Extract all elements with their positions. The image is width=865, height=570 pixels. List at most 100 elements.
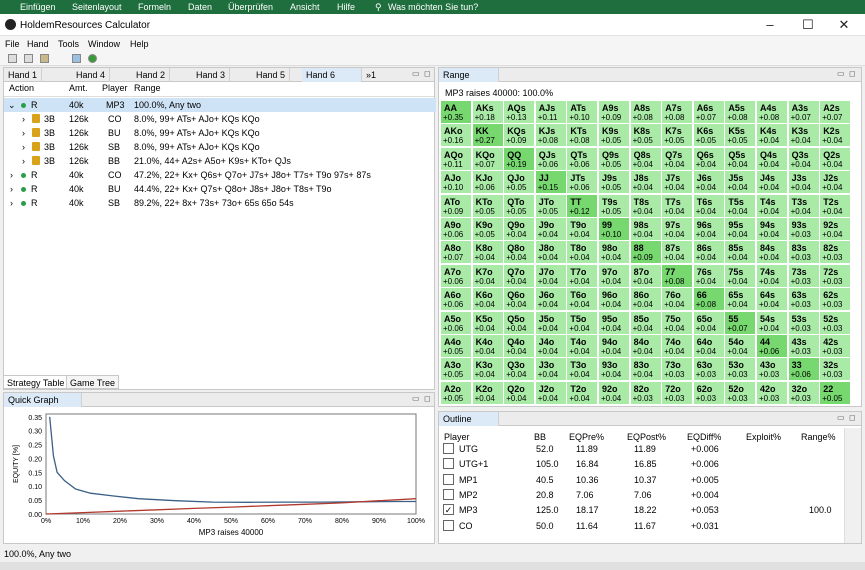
hand-cell[interactable]: 95s +0.04 bbox=[725, 218, 757, 241]
hand-cell[interactable]: K7o +0.04 bbox=[472, 264, 504, 288]
outline-row[interactable]: MP2 20.8 7.06 7.06 +0.004 bbox=[441, 488, 853, 503]
tree-row[interactable]: › 3B 126k BB 21.0%, 44+ A2s+ A5o+ K9s+ K… bbox=[4, 154, 436, 168]
col-player[interactable]: Player bbox=[444, 432, 470, 442]
tree-row[interactable]: ⌄ R 40k MP3 100.0%, Any two bbox=[4, 98, 436, 112]
outline-row[interactable]: UTG 52.0 11.89 11.89 +0.006 bbox=[441, 442, 853, 457]
outline-row[interactable]: UTG+1 105.0 16.84 16.85 +0.006 bbox=[441, 457, 853, 472]
hand-cell[interactable]: J9s +0.05 bbox=[599, 171, 630, 195]
hand-cell[interactable]: 53o +0.03 bbox=[725, 358, 757, 382]
hand-cell[interactable]: 32o +0.03 bbox=[788, 381, 820, 405]
maximize-panel-icon[interactable]: ◻ bbox=[849, 413, 856, 422]
hand-cell[interactable]: 93s +0.03 bbox=[788, 218, 820, 241]
quick-graph-chart[interactable]: 0.000.050.100.150.200.250.300.350% 10% 20%… bbox=[4, 408, 434, 544]
hand-cell[interactable]: Q9s +0.05 bbox=[599, 147, 630, 171]
tree-row[interactable]: › R 40k BU 44.4%, 22+ Kx+ Q7s+ Q8o+ J8s+… bbox=[4, 182, 436, 196]
hand-cell[interactable]: Q2o +0.04 bbox=[504, 381, 536, 405]
hand-cell[interactable]: 83o +0.04 bbox=[630, 358, 662, 382]
hand-cell[interactable]: T2s +0.04 bbox=[820, 194, 852, 218]
ribbon-tab-daten[interactable]: Daten bbox=[188, 2, 212, 12]
hand-cell[interactable]: 85o +0.04 bbox=[630, 311, 662, 335]
tab-strategy-table[interactable]: Strategy Table bbox=[3, 375, 69, 389]
hand-cell[interactable]: A6o +0.06 bbox=[441, 288, 472, 312]
hand-cell[interactable]: AJs +0.11 bbox=[535, 101, 567, 124]
tree-row[interactable]: › R 40k CO 47.2%, 22+ Kx+ Q6s+ Q7o+ J7s+… bbox=[4, 168, 436, 182]
hand-cell[interactable]: K9s +0.05 bbox=[599, 124, 630, 148]
hand-cell[interactable]: ATs +0.10 bbox=[567, 101, 599, 124]
hand-cell[interactable]: 43s +0.03 bbox=[788, 335, 820, 358]
hand-cell[interactable]: T9o +0.04 bbox=[567, 218, 599, 241]
hand-cell[interactable]: 42s +0.03 bbox=[820, 335, 852, 358]
header-amt[interactable]: Amt. bbox=[69, 83, 88, 93]
menu-file[interactable]: File bbox=[5, 39, 20, 49]
hand-cell[interactable]: K3o +0.04 bbox=[472, 358, 504, 382]
expand-icon[interactable]: › bbox=[22, 156, 25, 166]
hand-cell[interactable]: 84s +0.04 bbox=[757, 241, 788, 265]
hand-cell[interactable]: 86o +0.04 bbox=[630, 288, 662, 312]
hand-cell[interactable]: Q4s +0.04 bbox=[757, 147, 788, 171]
minimize-panel-icon[interactable]: ▭ bbox=[412, 69, 420, 78]
tell-me-search[interactable]: Was möchten Sie tun? bbox=[388, 2, 478, 12]
hand-cell[interactable]: K7s +0.05 bbox=[662, 124, 694, 148]
col-exploit[interactable]: Exploit% bbox=[746, 432, 781, 442]
hand-cell[interactable]: A4s +0.08 bbox=[757, 101, 788, 124]
ribbon-tab-ansicht[interactable]: Ansicht bbox=[290, 2, 320, 12]
hand-cell[interactable]: KJs +0.08 bbox=[535, 124, 567, 148]
hand-cell[interactable]: 64s +0.04 bbox=[757, 288, 788, 312]
hand-cell[interactable]: JTs +0.06 bbox=[567, 171, 599, 195]
hand-cell[interactable]: J8o +0.04 bbox=[535, 241, 567, 265]
hand-cell[interactable]: 94s +0.04 bbox=[757, 218, 788, 241]
expand-icon[interactable]: › bbox=[10, 184, 13, 194]
hand-cell[interactable]: 98s +0.04 bbox=[630, 218, 662, 241]
hand-cell[interactable]: A8s +0.08 bbox=[630, 101, 662, 124]
ribbon-tab-seitenlayout[interactable]: Seitenlayout bbox=[72, 2, 122, 12]
hand-cell[interactable]: 74s +0.04 bbox=[757, 264, 788, 288]
hand-cell[interactable]: K2s +0.04 bbox=[820, 124, 852, 148]
hand-cell[interactable]: J4o +0.04 bbox=[535, 335, 567, 358]
hand-cell[interactable]: J3o +0.04 bbox=[535, 358, 567, 382]
minimize-panel-icon[interactable]: ▭ bbox=[837, 413, 845, 422]
hand-cell[interactable]: A6s +0.07 bbox=[693, 101, 725, 124]
hand-cell[interactable]: AKs +0.18 bbox=[472, 101, 504, 124]
hand-cell[interactable]: 92o +0.04 bbox=[599, 381, 630, 405]
hand-cell[interactable]: 54o +0.04 bbox=[725, 335, 757, 358]
hand-cell[interactable]: T8o +0.04 bbox=[567, 241, 599, 265]
hand-cell[interactable]: 32s +0.03 bbox=[820, 358, 852, 382]
hand-cell[interactable]: K2o +0.04 bbox=[472, 381, 504, 405]
tree-row[interactable]: › 3B 126k SB 8.0%, 99+ ATs+ AJo+ KQs KQo bbox=[4, 140, 436, 154]
hand-cell[interactable]: 97o +0.04 bbox=[599, 264, 630, 288]
save-icon[interactable] bbox=[40, 54, 49, 63]
hand-cell[interactable]: K4o +0.04 bbox=[472, 335, 504, 358]
hand-cell[interactable]: Q8o +0.04 bbox=[504, 241, 536, 265]
hand-cell[interactable]: T9s +0.05 bbox=[599, 194, 630, 218]
player-checkbox[interactable] bbox=[443, 443, 454, 454]
hand-cell[interactable]: T2o +0.04 bbox=[567, 381, 599, 405]
expand-icon[interactable]: › bbox=[10, 170, 13, 180]
hand-cell[interactable]: 94o +0.04 bbox=[599, 335, 630, 358]
hand-cell[interactable]: 64o +0.04 bbox=[693, 335, 725, 358]
hand-cell[interactable]: T5s +0.04 bbox=[725, 194, 757, 218]
hand-cell[interactable]: KTs +0.08 bbox=[567, 124, 599, 148]
hand-cell[interactable]: T4s +0.04 bbox=[757, 194, 788, 218]
hand-cell[interactable]: 88 +0.09 bbox=[630, 241, 662, 265]
hand-cell[interactable]: 62s +0.03 bbox=[820, 288, 852, 312]
maximize-panel-icon[interactable]: ◻ bbox=[849, 69, 856, 78]
tab-hand-6[interactable]: Hand 6 bbox=[302, 68, 362, 82]
hand-cell[interactable]: 77 +0.08 bbox=[662, 264, 694, 288]
tree-row[interactable]: › 3B 126k CO 8.0%, 99+ ATs+ AJo+ KQs KQo bbox=[4, 112, 436, 126]
hand-cell[interactable]: Q7o +0.04 bbox=[504, 264, 536, 288]
hand-cell[interactable]: KQs +0.09 bbox=[504, 124, 536, 148]
hand-cell[interactable]: 44 +0.06 bbox=[757, 335, 788, 358]
hand-cell[interactable]: A5s +0.08 bbox=[725, 101, 757, 124]
hand-cell[interactable]: AQo +0.11 bbox=[441, 147, 472, 171]
hand-cell[interactable]: K8o +0.04 bbox=[472, 241, 504, 265]
hand-cell[interactable]: A2s +0.07 bbox=[820, 101, 852, 124]
minimize-panel-icon[interactable]: ▭ bbox=[412, 394, 420, 403]
hand-cell[interactable]: 62o +0.03 bbox=[693, 381, 725, 405]
hand-cell[interactable]: J6s +0.04 bbox=[693, 171, 725, 195]
expand-icon[interactable]: › bbox=[22, 114, 25, 124]
hand-cell[interactable]: J7s +0.04 bbox=[662, 171, 694, 195]
collapse-icon[interactable]: ⌄ bbox=[8, 100, 16, 111]
tab-hand-1[interactable]: Hand 1 bbox=[4, 68, 43, 82]
hand-cell[interactable]: J8s +0.04 bbox=[630, 171, 662, 195]
hand-cell[interactable]: A3o +0.05 bbox=[441, 358, 472, 382]
